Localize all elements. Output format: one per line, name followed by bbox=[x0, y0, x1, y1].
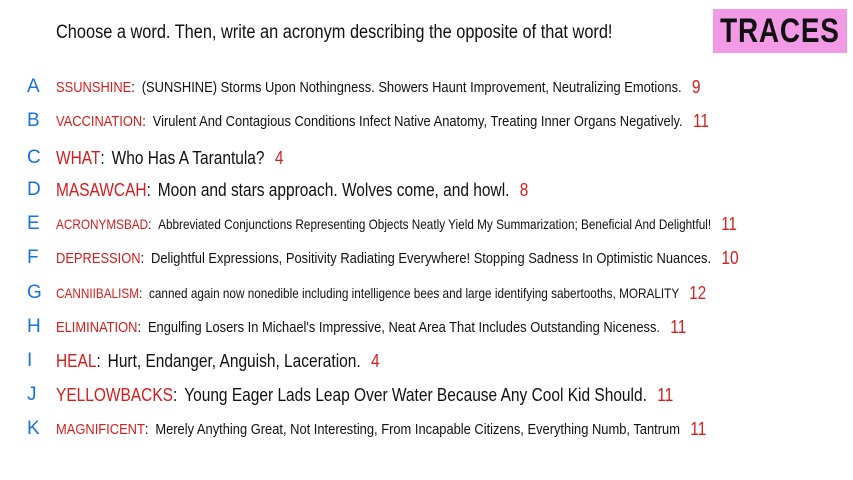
item-line: CANNIIBALISM: canned again now nonedible … bbox=[56, 283, 706, 304]
item-word: HEAL bbox=[56, 350, 97, 371]
traces-badge-label: TRACES bbox=[720, 11, 840, 50]
list-item: J YELLOWBACKS: Young Eager Lads Leap Over … bbox=[0, 380, 853, 410]
item-acronym-text: canned again now nonedible including int… bbox=[148, 285, 680, 301]
list-item: B VACCINATION: Virulent And Contagious Con… bbox=[0, 106, 853, 136]
item-colon: : bbox=[173, 384, 178, 405]
item-colon: : bbox=[144, 420, 149, 438]
item-letter: J bbox=[27, 384, 37, 405]
item-line: VACCINATION: Virulent And Contagious Cond… bbox=[56, 111, 709, 132]
item-letter: F bbox=[27, 247, 39, 268]
item-word: VACCINATION bbox=[56, 112, 143, 130]
item-word: MAGNIFICENT bbox=[56, 420, 145, 438]
item-word: YELLOWBACKS bbox=[56, 384, 174, 405]
item-letter: G bbox=[27, 282, 42, 303]
item-line: WHAT: Who Has A Tarantula? 4 bbox=[56, 148, 283, 169]
item-word: ELIMINATION bbox=[56, 318, 138, 336]
item-line: ACRONYMSBAD: Abbreviated Conjunctions Rep… bbox=[56, 214, 737, 235]
item-colon: : bbox=[100, 147, 105, 168]
item-acronym-text: Hurt, Endanger, Anguish, Laceration. bbox=[107, 350, 361, 371]
item-acronym-text: Abbreviated Conjunctions Representing Ob… bbox=[158, 216, 712, 232]
item-colon: : bbox=[131, 78, 135, 96]
item-acronym-text: Merely Anything Great, Not Interesting, … bbox=[155, 420, 680, 438]
list-item: G CANNIIBALISM: canned again now nonedible… bbox=[0, 278, 853, 308]
item-line: DEPRESSION: Delightful Expressions, Posit… bbox=[56, 248, 739, 269]
item-letter: C bbox=[27, 147, 41, 168]
item-acronym-text: Moon and stars approach. Wolves come, an… bbox=[157, 179, 510, 200]
item-line: MASAWCAH: Moon and stars approach. Wolves… bbox=[56, 180, 528, 201]
item-line: YELLOWBACKS: Young Eager Lads Leap Over W… bbox=[56, 385, 673, 406]
traces-badge: TRACES bbox=[713, 9, 847, 53]
item-letter-count: 11 bbox=[657, 384, 674, 405]
list-item: F DEPRESSION: Delightful Expressions, Posi… bbox=[0, 243, 853, 273]
item-word: DEPRESSION bbox=[56, 249, 141, 267]
item-letter-count: 11 bbox=[692, 110, 710, 131]
list-item: A SSUNSHINE: (SUNSHINE) Storms Upon Nothin… bbox=[0, 72, 853, 102]
item-letter: E bbox=[27, 213, 40, 234]
item-letter: A bbox=[27, 76, 40, 97]
item-line: SSUNSHINE: (SUNSHINE) Storms Upon Nothing… bbox=[56, 77, 701, 98]
item-letter: D bbox=[27, 179, 41, 200]
item-acronym-text: Virulent And Contagious Conditions Infec… bbox=[152, 112, 683, 130]
instructions-heading: Choose a word. Then, write an acronym de… bbox=[56, 22, 613, 43]
list-item: D MASAWCAH: Moon and stars approach. Wolve… bbox=[0, 175, 853, 205]
list-item: C WHAT: Who Has A Tarantula? 4 bbox=[0, 143, 853, 173]
item-letter: H bbox=[27, 316, 41, 337]
item-letter-count: 4 bbox=[370, 350, 380, 371]
item-letter-count: 12 bbox=[689, 282, 707, 303]
item-word: MASAWCAH bbox=[56, 179, 147, 200]
item-colon: : bbox=[146, 179, 151, 200]
item-word: CANNIIBALISM bbox=[56, 285, 140, 301]
item-colon: : bbox=[142, 112, 146, 130]
item-colon: : bbox=[140, 249, 145, 267]
item-letter-count: 11 bbox=[690, 418, 707, 439]
item-colon: : bbox=[137, 318, 142, 336]
item-letter-count: 10 bbox=[721, 247, 739, 268]
item-word: WHAT bbox=[56, 147, 101, 168]
item-acronym-text: Young Eager Lads Leap Over Water Because… bbox=[184, 384, 647, 405]
item-line: MAGNIFICENT: Merely Anything Great, Not I… bbox=[56, 419, 706, 440]
item-line: HEAL: Hurt, Endanger, Anguish, Laceration… bbox=[56, 351, 380, 372]
item-acronym-text: Delightful Expressions, Positivity Radia… bbox=[151, 249, 712, 267]
item-letter-count: 4 bbox=[274, 147, 284, 168]
item-letter-count: 11 bbox=[670, 316, 687, 337]
item-colon: : bbox=[96, 350, 101, 371]
list-item: H ELIMINATION: Engulfing Losers In Michael… bbox=[0, 312, 853, 342]
item-letter: I bbox=[27, 350, 33, 371]
item-acronym-text: Engulfing Losers In Michael's Impressive… bbox=[147, 318, 660, 336]
list-item: K MAGNIFICENT: Merely Anything Great, Not … bbox=[0, 414, 853, 444]
item-letter: K bbox=[27, 418, 40, 439]
item-acronym-text: (SUNSHINE) Storms Upon Nothingness. Show… bbox=[141, 78, 682, 96]
item-letter-count: 8 bbox=[519, 179, 529, 200]
item-colon: : bbox=[139, 285, 143, 301]
list-item: I HEAL: Hurt, Endanger, Anguish, Laceratio… bbox=[0, 346, 853, 376]
item-letter-count: 9 bbox=[691, 76, 701, 97]
item-acronym-text: Who Has A Tarantula? bbox=[111, 147, 265, 168]
item-word: SSUNSHINE bbox=[56, 78, 132, 96]
item-line: ELIMINATION: Engulfing Losers In Michael'… bbox=[56, 317, 686, 338]
item-letter: B bbox=[27, 110, 40, 131]
item-letter-count: 11 bbox=[721, 213, 737, 234]
item-word: ACRONYMSBAD bbox=[56, 216, 149, 232]
list-item: E ACRONYMSBAD: Abbreviated Conjunctions Re… bbox=[0, 209, 853, 239]
item-colon: : bbox=[148, 216, 152, 232]
